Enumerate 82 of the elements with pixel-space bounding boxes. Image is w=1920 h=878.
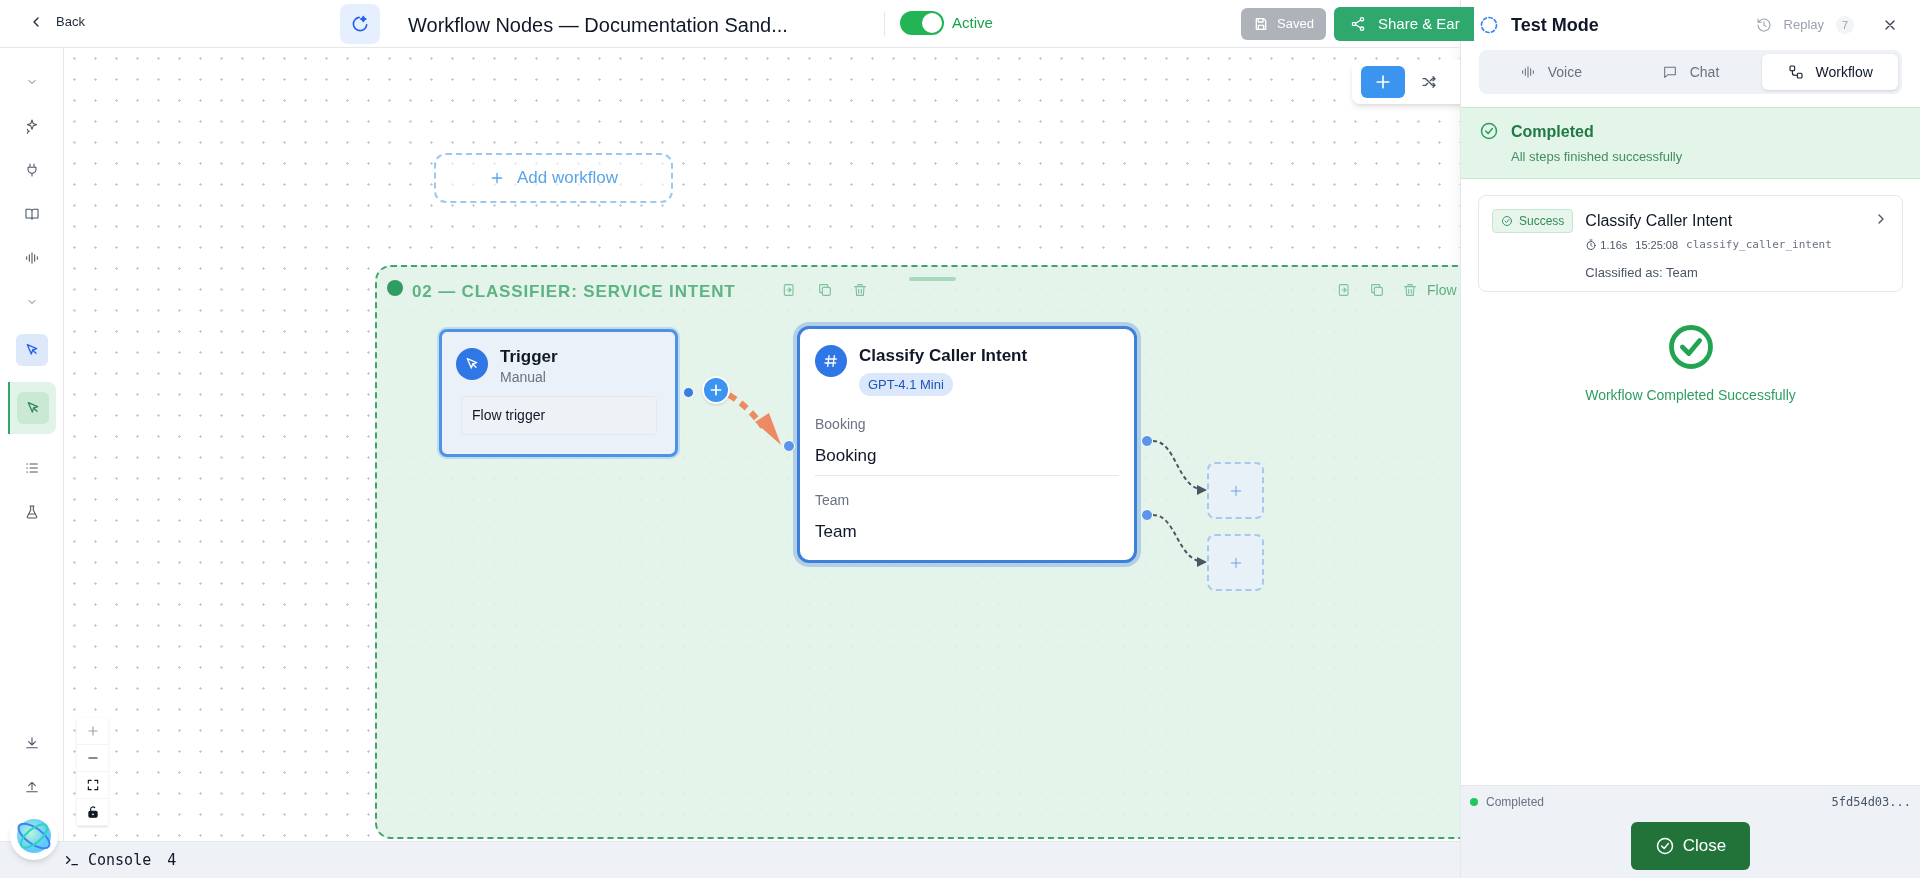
sidebar-button[interactable] (7, 382, 56, 434)
model-badge: GPT-4.1 Mini (859, 372, 953, 396)
shuffle-icon (1421, 74, 1437, 90)
timer-icon (1585, 239, 1598, 252)
plus-icon (708, 382, 724, 398)
classifier-node[interactable]: Classify Caller Intent GPT-4.1 Mini Booking Booking Team Team (797, 326, 1137, 563)
connector (1152, 514, 1207, 566)
route-value: Team (815, 520, 858, 543)
node-body: Flow trigger (461, 396, 657, 436)
share-icon (1350, 16, 1366, 32)
add-step-placeholder[interactable] (1207, 462, 1264, 519)
export-icon (781, 282, 797, 298)
check-circle-icon (1501, 215, 1513, 227)
download-icon (23, 735, 40, 751)
drag-handle[interactable] (909, 277, 956, 281)
upload-icon (23, 779, 40, 795)
workflow-icon (1787, 64, 1804, 80)
copy-icon (817, 282, 833, 298)
route-value: Booking (815, 445, 878, 467)
node-subtitle: Manual (500, 368, 547, 388)
trigger-node[interactable]: Trigger Manual Flow trigger (439, 329, 678, 457)
console-button[interactable]: Console (64, 848, 152, 872)
connection-handle[interactable] (683, 387, 694, 398)
connector (1152, 440, 1207, 494)
add-node-button[interactable] (702, 376, 730, 404)
tab[interactable]: Workflow (1762, 54, 1898, 90)
run-id: 5fd54d03... (1831, 794, 1911, 811)
step-title: Classify Caller Intent (1585, 211, 1734, 231)
step-card[interactable]: Success Classify Caller Intent 1.16s 15:25:08 classify_caller_intent Classified as: Team (1478, 195, 1903, 292)
check-circle-icon (1654, 836, 1675, 856)
result-message: Workflow Completed Successfully (1585, 386, 1796, 405)
check-circle-icon (1479, 121, 1499, 141)
book-icon (23, 206, 40, 222)
banner-subtitle: All steps finished successfully (1511, 148, 1683, 166)
replay-count: 7 (1836, 16, 1854, 34)
banner-title: Completed (1511, 122, 1595, 142)
copy-icon (1369, 282, 1385, 298)
waveform-icon (1519, 64, 1536, 80)
plus-icon (85, 724, 100, 738)
connector-arrow (727, 392, 781, 445)
sparkle-icon (350, 14, 370, 34)
success-badge: Success (1492, 209, 1574, 233)
add-node-button[interactable] (1361, 66, 1405, 98)
step-result: Classified as: Team (1585, 263, 1699, 282)
group-title: 02 — CLASSIFIER: SERVICE INTENT (412, 281, 736, 303)
panel-title: Test Mode (1511, 13, 1599, 37)
assistant-orb-icon[interactable] (10, 812, 58, 860)
add-step-placeholder[interactable] (1207, 534, 1264, 591)
connection-handle[interactable] (783, 440, 795, 452)
fit-view-icon (85, 778, 100, 792)
node-title: Classify Caller Intent (859, 345, 1028, 367)
list-icon (23, 460, 40, 476)
toggle-switch[interactable] (900, 11, 944, 35)
toggle-label: Active (952, 12, 993, 33)
connection-handle[interactable] (1141, 509, 1153, 521)
loading-icon (1479, 15, 1499, 35)
cursor-icon (456, 348, 488, 380)
tab[interactable]: Voice (1483, 54, 1619, 90)
close-button[interactable]: Close (1631, 822, 1750, 870)
tab[interactable]: Chat (1622, 54, 1759, 90)
step-id: classify_caller_intent (1686, 237, 1832, 253)
console-count: 4 (167, 849, 177, 871)
step-duration: 1.16s (1600, 238, 1628, 253)
chat-icon (1661, 64, 1678, 80)
route-label: Team (815, 490, 851, 510)
workflow-title[interactable]: Workflow Nodes — Documentation Sand... (408, 10, 788, 40)
hash-icon (815, 345, 847, 377)
node-title: Trigger (500, 346, 558, 368)
history-icon (1755, 17, 1772, 33)
connection-handle[interactable] (1141, 435, 1153, 447)
export-icon (1336, 282, 1352, 298)
lock-icon (85, 805, 100, 819)
status-text: Completed (1486, 794, 1545, 811)
sidebar-button[interactable] (15, 334, 48, 366)
waveform-icon (23, 250, 40, 266)
group-side-label: Flow (1427, 281, 1457, 300)
back-button[interactable]: Back (28, 12, 85, 32)
workflow-icon-tile[interactable] (340, 4, 380, 44)
trash-icon (1402, 282, 1418, 298)
trash-icon (852, 282, 868, 298)
route-label: Booking (815, 415, 867, 434)
step-time: 15:25:08 (1635, 238, 1679, 253)
